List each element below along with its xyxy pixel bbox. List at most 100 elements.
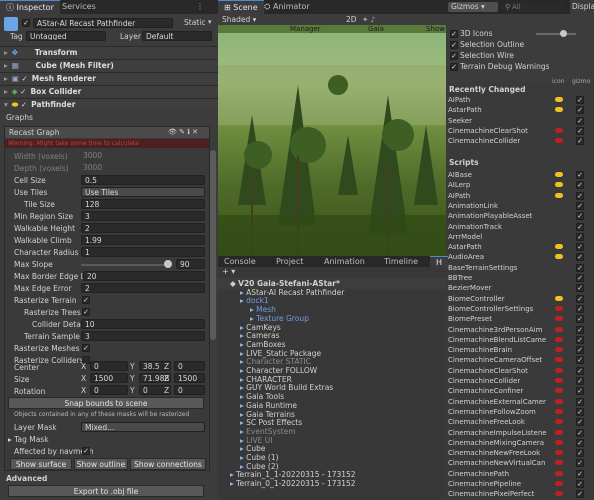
use-tiles-dropdown[interactable]: Use Tiles: [81, 187, 205, 197]
gizmo-row[interactable]: CinemachinePipeline: [448, 479, 568, 489]
mode-2d-button[interactable]: 2D: [346, 14, 357, 25]
option-terrain-warnings-checkbox[interactable]: ✓: [450, 63, 458, 71]
gizmo-toggle-checkbox[interactable]: ✓: [576, 253, 584, 262]
gizmo-toggle-checkbox[interactable]: ✓: [576, 137, 584, 146]
char-radius-field[interactable]: 1: [81, 247, 205, 257]
static-dropdown-icon[interactable]: ▾: [208, 18, 212, 26]
gizmo-row[interactable]: CinemachinePixelPerfect: [448, 489, 568, 499]
walk-climb-field[interactable]: 1.99: [81, 235, 205, 245]
gizmo-toggle-checkbox[interactable]: ✓: [576, 294, 584, 303]
raster-meshes-checkbox[interactable]: ✓: [82, 344, 90, 352]
gizmo-toggle-checkbox[interactable]: ✓: [576, 418, 584, 427]
object-name-field[interactable]: AStar-AI Recast Pathfinder: [33, 18, 173, 28]
gizmo-row[interactable]: CinemachineClearShot: [448, 366, 568, 376]
gizmo-toggle-checkbox[interactable]: ✓: [576, 325, 584, 334]
tab-timeline[interactable]: Timeline: [378, 256, 424, 267]
tab-project[interactable]: Project: [270, 256, 309, 267]
gizmo-toggle-checkbox[interactable]: ✓: [576, 284, 584, 293]
collider-detail-field[interactable]: 10: [81, 319, 205, 329]
gizmo-row[interactable]: BiomeControllerSettings: [448, 304, 568, 314]
affected-checkbox[interactable]: ✓: [82, 447, 90, 455]
show-surface-button[interactable]: Show surface: [10, 458, 72, 470]
gizmo-row[interactable]: CinemachineClearShot: [448, 126, 568, 136]
script-icon[interactable]: [555, 182, 563, 188]
script-icon[interactable]: [555, 481, 563, 486]
tag-dropdown[interactable]: Untagged: [26, 31, 106, 41]
option-selection-outline-checkbox[interactable]: ✓: [450, 41, 458, 49]
more-menu-icon[interactable]: ⋮: [196, 2, 204, 11]
component-mesh-renderer[interactable]: ▸ ▣ ✓ Mesh Renderer: [0, 72, 218, 84]
gizmo-toggle-checkbox[interactable]: ✓: [576, 96, 584, 104]
gizmo-toggle-checkbox[interactable]: ✓: [576, 346, 584, 355]
terrain-sample-field[interactable]: 3: [81, 331, 205, 341]
gizmo-toggle-checkbox[interactable]: ✓: [576, 480, 584, 488]
center-z-field[interactable]: 0: [174, 361, 205, 371]
tag-mask-foldout[interactable]: ▸ Tag Mask: [8, 434, 49, 445]
script-icon[interactable]: [555, 450, 563, 456]
script-icon[interactable]: [555, 439, 563, 445]
script-icon[interactable]: [555, 398, 563, 404]
script-icon[interactable]: [555, 336, 563, 342]
gizmo-row[interactable]: CinemachineMixingCamera: [448, 438, 568, 448]
script-icon[interactable]: [555, 97, 563, 102]
component-box-collider[interactable]: ▸ ◈ ✓ Box Collider: [0, 85, 218, 97]
max-border-field[interactable]: 20: [83, 271, 205, 281]
gizmo-row[interactable]: CinemachineBlendListCame: [448, 335, 568, 345]
script-icon[interactable]: [555, 378, 563, 383]
gizmo-toggle-checkbox[interactable]: ✓: [576, 116, 584, 125]
gizmo-row[interactable]: AstarPath: [448, 105, 568, 115]
gizmo-row[interactable]: AudioArea: [448, 252, 568, 262]
gizmo-toggle-checkbox[interactable]: ✓: [576, 366, 584, 375]
gizmo-row[interactable]: CinemachineImpulseListene: [448, 428, 568, 438]
lighting-icon[interactable]: ✦ ♪: [362, 14, 375, 25]
gizmo-toggle-checkbox[interactable]: ✓: [576, 263, 584, 272]
center-x-field[interactable]: 0: [90, 361, 128, 371]
gizmo-row[interactable]: CinemachineConfiner: [448, 386, 568, 396]
gizmo-toggle-checkbox[interactable]: ✓: [576, 315, 584, 324]
gizmo-toggle-checkbox[interactable]: ✓: [576, 490, 584, 499]
hierarchy-item[interactable]: ▸ Terrain_0_1-20220315 - 173152: [230, 479, 356, 489]
script-icon[interactable]: [555, 305, 563, 311]
gizmo-row[interactable]: CinemachineNewVirtualCan: [448, 458, 568, 468]
script-icon[interactable]: [555, 408, 563, 414]
script-icon[interactable]: [555, 419, 563, 425]
tab-hierarchy[interactable]: H: [430, 256, 449, 267]
tile-size-field[interactable]: 128: [81, 199, 205, 209]
gizmo-toggle-checkbox[interactable]: ✓: [576, 222, 584, 231]
gizmo-search-input[interactable]: All: [502, 2, 566, 12]
rot-x-field[interactable]: 0: [90, 385, 128, 395]
gizmo-toggle-checkbox[interactable]: ✓: [576, 106, 584, 115]
show-connections-button[interactable]: Show connections: [130, 458, 206, 470]
tab-services[interactable]: Services: [56, 0, 102, 14]
gizmo-row[interactable]: BiomeController: [448, 294, 568, 304]
size-x-field[interactable]: 1500: [90, 373, 128, 383]
script-icon[interactable]: [555, 470, 563, 476]
tab-inspector[interactable]: ⓘ Inspector: [0, 0, 60, 14]
gizmo-toggle-checkbox[interactable]: ✓: [576, 243, 584, 252]
gizmo-row[interactable]: CinemachineFollowZoom: [448, 407, 568, 417]
gizmo-row[interactable]: AstarPath: [448, 242, 568, 252]
option-selection-wire-checkbox[interactable]: ✓: [450, 52, 458, 60]
gizmo-toggle-checkbox[interactable]: ✓: [576, 304, 584, 313]
gizmo-toggle-checkbox[interactable]: ✓: [576, 201, 584, 210]
script-icon[interactable]: [555, 127, 563, 133]
raster-terrain-checkbox[interactable]: ✓: [82, 296, 90, 304]
gizmo-row[interactable]: BBTree: [448, 273, 568, 283]
gizmo-toggle-checkbox[interactable]: ✓: [576, 335, 584, 344]
script-icon[interactable]: [555, 429, 563, 435]
gizmo-row[interactable]: BaseTerrainSettings: [448, 263, 568, 273]
show-outline-button[interactable]: Show outline: [74, 458, 128, 470]
snap-bounds-button[interactable]: Snap bounds to scene: [8, 397, 204, 409]
tab-display[interactable]: Displa: [570, 0, 594, 14]
gizmo-row[interactable]: AIBase: [448, 170, 568, 180]
gizmo-toggle-checkbox[interactable]: ✓: [576, 449, 584, 458]
gizmo-row[interactable]: CinemachineCollider: [448, 136, 568, 146]
max-slope-slider-thumb[interactable]: [164, 260, 172, 268]
tab-animation[interactable]: Animation: [318, 256, 371, 267]
size-z-field[interactable]: 1500: [174, 373, 205, 383]
graph-toolbar-icons[interactable]: 👁 ✎ ℹ ✕: [168, 127, 198, 138]
max-edge-field[interactable]: 2: [81, 283, 205, 293]
gizmo-row[interactable]: AnimationLink: [448, 201, 568, 211]
script-icon[interactable]: [555, 367, 563, 373]
gizmo-toggle-checkbox[interactable]: ✓: [576, 356, 584, 365]
